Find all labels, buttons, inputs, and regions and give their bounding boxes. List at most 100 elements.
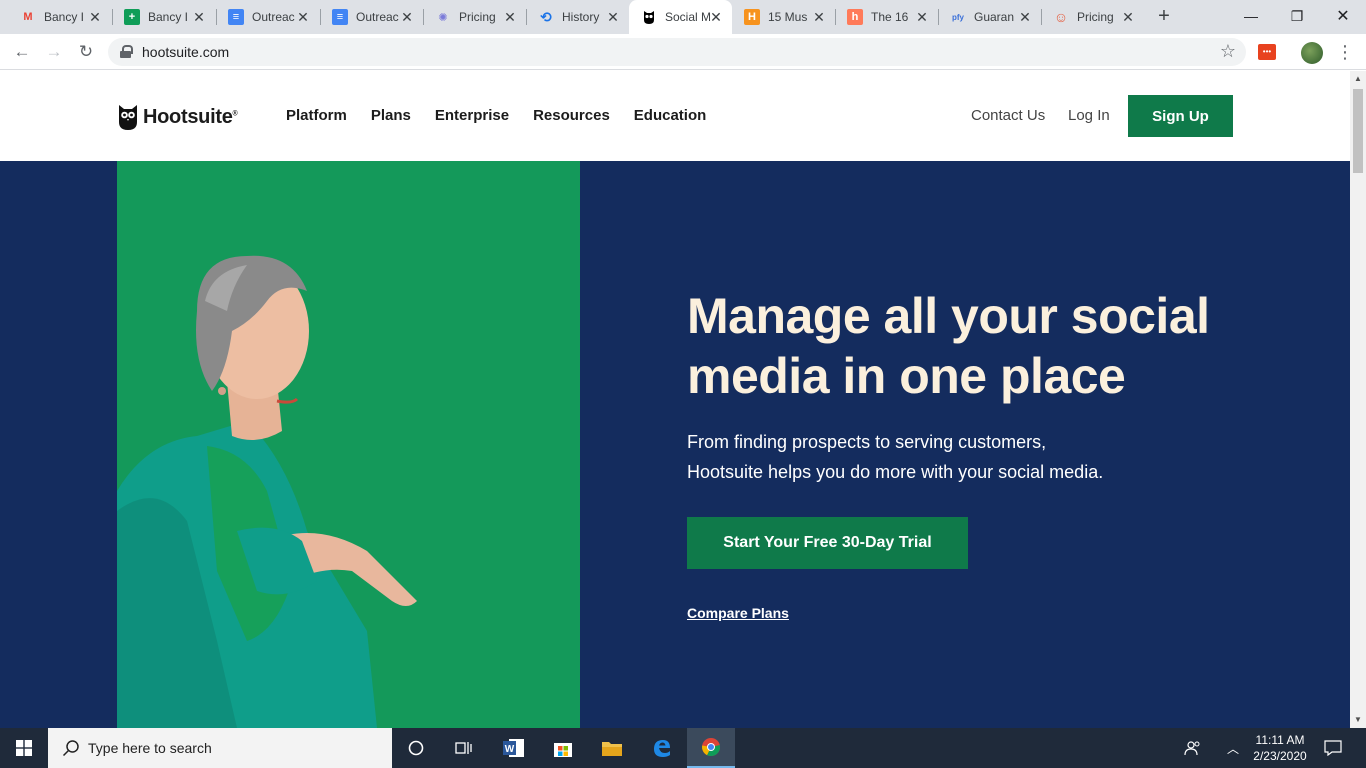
gmail-icon: M xyxy=(23,11,33,23)
logo-text: Hootsuite® xyxy=(143,106,238,128)
windows-taskbar: Type here to search W ︿ 11:11 AM 2/23/20… xyxy=(0,728,1366,768)
nav-education[interactable]: Education xyxy=(634,107,707,124)
browser-tab[interactable]: ✺ Pricing ✕ xyxy=(423,0,526,34)
site-header: Hootsuite® Platform Plans Enterprise Res… xyxy=(0,71,1350,161)
browser-tab[interactable]: H 15 Mus ✕ xyxy=(732,0,835,34)
tab-title: Outreac xyxy=(356,10,399,24)
svg-text:W: W xyxy=(505,744,515,755)
woman-illustration xyxy=(117,161,580,728)
browser-menu-icon[interactable]: ⋮ xyxy=(1336,42,1354,64)
back-button[interactable]: ← xyxy=(8,38,36,66)
hero-section: Manage all your social media in one plac… xyxy=(0,161,1350,728)
cortana-icon[interactable] xyxy=(392,728,440,768)
hubspot-icon: h xyxy=(847,9,863,25)
clock-date: 2/23/2020 xyxy=(1253,749,1307,763)
tab-title: Bancy I xyxy=(148,10,189,24)
contact-us-link[interactable]: Contact Us xyxy=(971,107,1045,124)
page-scrollbar[interactable]: ▲ ▼ xyxy=(1350,71,1366,728)
store-icon[interactable] xyxy=(539,728,587,768)
edge-icon[interactable] xyxy=(638,728,686,768)
log-in-link[interactable]: Log In xyxy=(1068,107,1110,124)
orange-h-icon: H xyxy=(744,9,760,25)
hero-subtext: From finding prospects to serving custom… xyxy=(687,427,1207,487)
close-tab-icon[interactable]: ✕ xyxy=(399,9,415,25)
docs-icon: ≡ xyxy=(332,9,348,25)
reload-button[interactable]: ↻ xyxy=(72,38,100,66)
sheets-icon: + xyxy=(124,9,140,25)
nav-enterprise[interactable]: Enterprise xyxy=(435,107,509,124)
browser-tab-strip: M Bancy I ✕ + Bancy I ✕ ≡ Outreac ✕ ≡ Ou… xyxy=(0,0,1366,34)
profile-avatar[interactable] xyxy=(1301,42,1323,64)
main-nav: Platform Plans Enterprise Resources Educ… xyxy=(286,107,730,124)
history-icon: ⟲ xyxy=(540,8,552,25)
nav-plans[interactable]: Plans xyxy=(371,107,411,124)
hero-subtext-line: From finding prospects to serving custom… xyxy=(687,432,1047,452)
action-center-icon[interactable] xyxy=(1320,728,1346,768)
start-button[interactable] xyxy=(0,728,48,768)
file-explorer-icon[interactable] xyxy=(588,728,636,768)
taskbar-search-box[interactable]: Type here to search xyxy=(48,728,392,768)
compare-plans-link[interactable]: Compare Plans xyxy=(687,605,789,621)
close-tab-icon[interactable]: ✕ xyxy=(708,9,724,25)
hootsuite-logo[interactable]: Hootsuite® xyxy=(118,104,238,131)
show-hidden-icons-chevron-icon[interactable]: ︿ xyxy=(1220,728,1246,768)
tab-title: Guaran xyxy=(974,10,1015,24)
url-text[interactable]: hootsuite.com xyxy=(142,44,229,60)
browser-tab-active[interactable]: Social M ✕ xyxy=(629,0,732,34)
scroll-up-icon[interactable]: ▲ xyxy=(1350,71,1366,87)
pfy-icon: pfy xyxy=(952,12,964,22)
tab-title: Outreac xyxy=(252,10,295,24)
browser-tab[interactable]: ⟲ History ✕ xyxy=(526,0,629,34)
tab-title: The 16 xyxy=(871,10,909,24)
smiley-icon: ☺ xyxy=(1053,9,1069,25)
tab-title: 15 Mus xyxy=(768,10,808,24)
browser-tab[interactable]: pfy Guaran ✕ xyxy=(938,0,1041,34)
scroll-down-icon[interactable]: ▼ xyxy=(1350,712,1366,728)
close-tab-icon[interactable]: ✕ xyxy=(811,9,827,25)
hero-subtext-line: Hootsuite helps you do more with your so… xyxy=(687,462,1104,482)
sign-up-button[interactable]: Sign Up xyxy=(1128,95,1233,137)
close-tab-icon[interactable]: ✕ xyxy=(1120,9,1136,25)
close-tab-icon[interactable]: ✕ xyxy=(914,9,930,25)
people-icon[interactable] xyxy=(1178,728,1208,768)
minimize-button[interactable]: — xyxy=(1228,0,1274,32)
hero-image-woman xyxy=(117,161,580,728)
close-tab-icon[interactable]: ✕ xyxy=(502,9,518,25)
browser-tab[interactable]: M Bancy I ✕ xyxy=(8,0,111,34)
windows-logo-icon xyxy=(16,740,32,756)
lock-icon xyxy=(120,45,133,58)
chrome-icon[interactable] xyxy=(687,728,735,768)
close-tab-icon[interactable]: ✕ xyxy=(1017,9,1033,25)
browser-tab[interactable]: ≡ Outreac ✕ xyxy=(216,0,319,34)
browser-tab[interactable]: ≡ Outreac ✕ xyxy=(320,0,423,34)
tab-title: Pricing xyxy=(459,10,496,24)
start-free-trial-button[interactable]: Start Your Free 30-Day Trial xyxy=(687,517,968,569)
browser-toolbar: ← → ↻ hootsuite.com ☆ xyxy=(0,34,1366,70)
browser-tab[interactable]: h The 16 ✕ xyxy=(835,0,938,34)
tab-title: History xyxy=(562,10,600,24)
taskbar-clock[interactable]: 11:11 AM 2/23/2020 xyxy=(1244,732,1316,764)
nav-resources[interactable]: Resources xyxy=(533,107,610,124)
close-window-button[interactable]: ✕ xyxy=(1320,0,1366,32)
clock-time: 11:11 AM xyxy=(1255,733,1305,747)
restore-button[interactable]: ❐ xyxy=(1274,0,1320,32)
tab-title: Bancy I xyxy=(44,10,85,24)
task-view-icon[interactable] xyxy=(440,728,488,768)
nav-platform[interactable]: Platform xyxy=(286,107,347,124)
hootsuite-owl-icon xyxy=(641,9,657,25)
docs-icon: ≡ xyxy=(228,9,244,25)
address-bar[interactable]: hootsuite.com ☆ xyxy=(108,38,1246,66)
word-icon[interactable]: W xyxy=(490,728,538,768)
new-tab-button[interactable]: + xyxy=(1152,5,1176,29)
extension-icon[interactable]: ••• xyxy=(1258,44,1276,60)
close-tab-icon[interactable]: ✕ xyxy=(87,9,103,25)
tab-title: Pricing xyxy=(1077,10,1114,24)
close-tab-icon[interactable]: ✕ xyxy=(605,9,621,25)
forward-button[interactable]: → xyxy=(40,38,68,66)
bookmark-star-icon[interactable]: ☆ xyxy=(1220,41,1236,62)
close-tab-icon[interactable]: ✕ xyxy=(191,9,207,25)
browser-tab[interactable]: ☺ Pricing ✕ xyxy=(1041,0,1144,34)
browser-tab[interactable]: + Bancy I ✕ xyxy=(112,0,215,34)
close-tab-icon[interactable]: ✕ xyxy=(295,9,311,25)
scrollbar-thumb[interactable] xyxy=(1353,89,1363,173)
